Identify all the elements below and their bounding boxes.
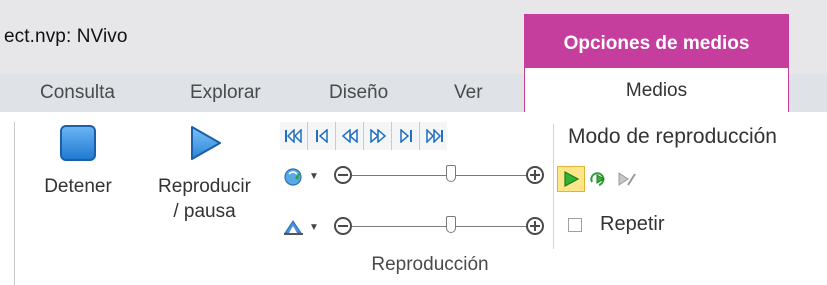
contextual-tab-header-label: Opciones de medios [563,33,750,54]
repeat-label: Repetir [600,213,665,235]
group-label-reproduccion: Reproducción [371,254,489,275]
tab-explorar[interactable]: Explorar [190,74,261,112]
stop-button[interactable]: Detener [30,124,126,199]
volume-slider[interactable] [324,212,554,242]
fast-forward-icon [369,129,386,143]
synchronized-play-icon [590,172,606,186]
fast-forward-button[interactable] [364,122,392,150]
playback-mode-buttons [557,166,641,192]
speed-slider-track [352,175,526,176]
transcribe-play-icon [618,172,636,186]
speed-slider-thumb[interactable] [446,165,457,182]
repeat-option[interactable]: Repetir [568,213,664,236]
volume-icon [284,220,304,235]
volume-decrease-icon[interactable] [334,217,352,235]
next-button[interactable] [392,122,420,150]
ribbon-edge-divider [14,122,15,285]
tab-diseno[interactable]: Diseño [329,74,388,112]
skip-to-start-button[interactable] [280,122,308,150]
play-label-line2: / pausa [173,201,236,222]
window-title: ect.nvp: NVivo [4,26,128,47]
tab-consulta[interactable]: Consulta [40,74,115,112]
skip-to-end-button[interactable] [420,122,447,150]
previous-icon [315,129,328,143]
chevron-down-icon: ▼ [309,221,319,233]
play-icon [190,126,221,160]
normal-playback-button[interactable] [557,166,585,192]
group-divider [553,124,554,249]
contextual-tab-header: Opciones de medios [524,14,789,74]
playback-mode-title: Modo de reproducción [568,125,777,148]
volume-increase-icon[interactable] [526,217,544,235]
chevron-down-icon: ▼ [309,170,319,182]
transcribe-playback-button[interactable] [613,166,641,192]
volume-slider-thumb[interactable] [446,216,457,233]
tab-medios[interactable]: Medios [524,66,789,114]
repeat-checkbox[interactable] [568,217,582,232]
volume-slider-track [352,226,526,227]
skip-to-end-icon [425,129,443,143]
skip-to-start-icon [284,129,302,143]
stop-label: Detener [44,176,112,197]
speed-decrease-icon[interactable] [334,166,352,184]
play-label-line1: Reproducir [158,176,251,197]
stop-icon [60,125,96,161]
green-play-icon [564,170,580,188]
previous-button[interactable] [308,122,336,150]
speed-slider-row: ▼ [278,160,554,192]
rewind-icon [341,129,358,143]
play-pause-button[interactable]: Reproducir / pausa [142,124,267,224]
speed-dropdown[interactable]: ▼ [278,161,324,191]
tab-ver[interactable]: Ver [454,74,483,112]
volume-slider-row: ▼ [278,211,554,243]
speed-slider[interactable] [324,161,554,191]
speed-increase-icon[interactable] [526,166,544,184]
next-icon [399,129,412,143]
transport-controls [280,122,447,152]
rewind-button[interactable] [336,122,364,150]
synchronized-playback-button[interactable] [585,166,613,192]
volume-dropdown[interactable]: ▼ [278,212,324,242]
playback-speed-icon [284,168,302,186]
